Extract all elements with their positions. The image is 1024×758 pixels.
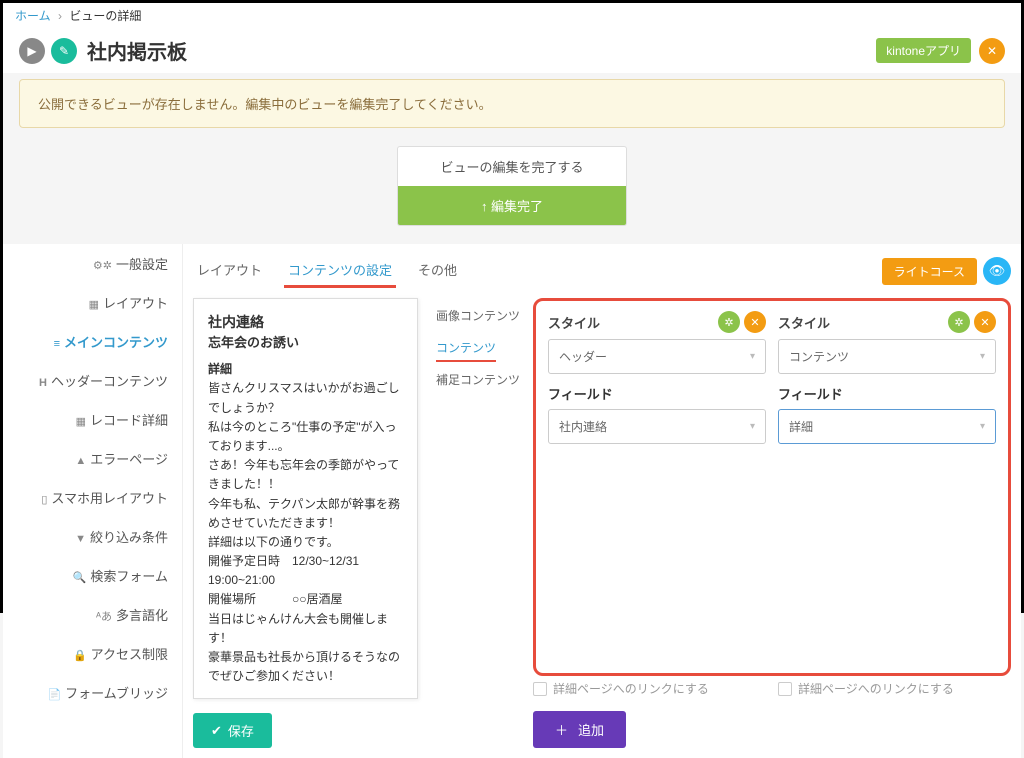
sidebar-item-mobile-layout[interactable]: ▯スマホ用レイアウト: [3, 478, 182, 517]
sidebar-item-error-page[interactable]: ▲エラーページ: [3, 439, 182, 478]
sidebar-item-access[interactable]: 🔒アクセス制限: [3, 634, 182, 673]
content-tabs: レイアウト コンテンツの設定 その他: [193, 254, 461, 288]
grid-icon: ▦: [89, 299, 99, 311]
warning-icon: ▲: [75, 455, 86, 467]
chevron-down-icon: ▾: [980, 421, 985, 432]
breadcrumb: ホーム › ビューの詳細: [3, 3, 1021, 28]
list-icon: ≡: [54, 338, 60, 350]
field-select-2[interactable]: 詳細 ▾: [778, 409, 996, 444]
sidebar-item-main-content[interactable]: ≡メインコンテンツ: [3, 322, 182, 361]
lock-icon: 🔒: [73, 650, 87, 662]
tab-other[interactable]: その他: [414, 254, 461, 288]
phone-icon: ▯: [41, 494, 47, 506]
preview-section: 詳細: [208, 360, 403, 379]
plus-icon: ＋: [555, 720, 568, 739]
sidebar-item-layout[interactable]: ▦レイアウト: [3, 283, 182, 322]
label-content[interactable]: コンテンツ: [436, 336, 496, 362]
play-icon[interactable]: ▶: [19, 38, 45, 64]
config-label-column: 画像コンテンツ コンテンツ 補足コンテンツ: [436, 298, 521, 748]
sidebar-item-header-content[interactable]: Hヘッダーコンテンツ: [3, 361, 182, 400]
tab-content-settings[interactable]: コンテンツの設定: [284, 254, 396, 288]
close-icon[interactable]: ✕: [979, 38, 1005, 64]
breadcrumb-current: ビューの詳細: [69, 9, 141, 23]
grid-icon: ▦: [76, 416, 86, 428]
style-select-1[interactable]: ヘッダー ▾: [548, 339, 766, 374]
breadcrumb-home[interactable]: ホーム: [15, 9, 51, 23]
page-header: ▶ ✎ 社内掲示板 kintoneアプリ ✕: [3, 28, 1021, 73]
tab-layout[interactable]: レイアウト: [193, 254, 266, 288]
label-supplement[interactable]: 補足コンテンツ: [436, 368, 521, 400]
field-label-1: フィールド: [548, 384, 766, 403]
preview-subtitle: 忘年会のお誘い: [208, 333, 403, 354]
checkbox-icon: [778, 682, 792, 696]
settings-sidebar: ⚙✲一般設定 ▦レイアウト ≡メインコンテンツ Hヘッダーコンテンツ ▦レコード…: [3, 244, 183, 758]
preview-title: 社内連絡: [208, 311, 403, 333]
kintone-badge[interactable]: kintoneアプリ: [876, 38, 971, 63]
style-label-2: スタイル: [778, 313, 944, 332]
field-label-2: フィールド: [778, 384, 996, 403]
delete-icon[interactable]: ✕: [974, 311, 996, 333]
content-preview: 社内連絡 忘年会のお誘い 詳細 皆さんクリスマスはいかがお過ごしでしょうか？ 私…: [193, 298, 418, 699]
document-icon: 📄: [47, 689, 61, 701]
edit-complete-label: ビューの編集を完了する: [398, 147, 626, 186]
preview-icon[interactable]: 👁: [983, 257, 1011, 285]
edit-complete-button[interactable]: ↑ 編集完了: [398, 186, 626, 225]
field-select-1[interactable]: 社内連絡 ▾: [548, 409, 766, 444]
check-icon: ✔: [211, 723, 222, 739]
edit-complete-panel: ビューの編集を完了する ↑ 編集完了: [397, 146, 627, 226]
link-checkbox-2[interactable]: 詳細ページへのリンクにする: [778, 680, 1011, 697]
gear-icon: ⚙✲: [93, 260, 112, 272]
sidebar-item-i18n[interactable]: ᴬあ多言語化: [3, 595, 182, 634]
settings-gear-icon[interactable]: ✲: [948, 311, 970, 333]
settings-gear-icon[interactable]: ✲: [718, 311, 740, 333]
filter-icon: ▼: [75, 533, 86, 545]
add-button[interactable]: ＋ 追加: [533, 711, 626, 748]
course-badge[interactable]: ライトコース: [882, 258, 977, 285]
style-label-1: スタイル: [548, 313, 714, 332]
sidebar-item-filter[interactable]: ▼絞り込み条件: [3, 517, 182, 556]
chevron-down-icon: ▾: [750, 351, 755, 362]
save-button[interactable]: ✔ 保存: [193, 713, 272, 748]
chevron-down-icon: ▾: [980, 351, 985, 362]
sidebar-item-search-form[interactable]: 🔍検索フォーム: [3, 556, 182, 595]
search-icon: 🔍: [73, 572, 87, 584]
warning-message: 公開できるビューが存在しません。編集中のビューを編集完了してください。: [19, 79, 1005, 128]
sidebar-item-general[interactable]: ⚙✲一般設定: [3, 244, 182, 283]
style-select-2[interactable]: コンテンツ ▾: [778, 339, 996, 374]
page-title: 社内掲示板: [87, 36, 876, 65]
edit-icon[interactable]: ✎: [51, 38, 77, 64]
sidebar-item-record-detail[interactable]: ▦レコード詳細: [3, 400, 182, 439]
highlighted-config-area: スタイル ✲ ✕ ヘッダー ▾ フィールド 社内連絡 ▾: [533, 298, 1011, 676]
sidebar-item-formbridge[interactable]: 📄フォームブリッジ: [3, 673, 182, 712]
h-icon: H: [39, 377, 47, 389]
delete-icon[interactable]: ✕: [744, 311, 766, 333]
chevron-down-icon: ▾: [750, 421, 755, 432]
preview-body: 皆さんクリスマスはいかがお過ごしでしょうか？ 私は今のところ"仕事の予定"が入っ…: [208, 379, 403, 686]
label-image-content[interactable]: 画像コンテンツ: [436, 304, 521, 336]
checkbox-icon: [533, 682, 547, 696]
link-checkbox-1[interactable]: 詳細ページへのリンクにする: [533, 680, 766, 697]
